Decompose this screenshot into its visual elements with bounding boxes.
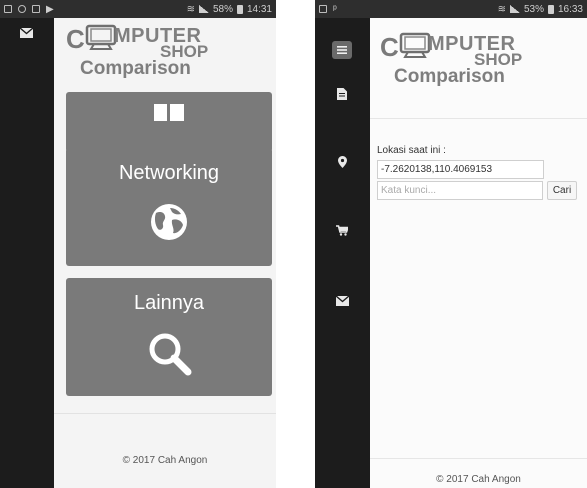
battery-icon — [236, 4, 243, 14]
globe-icon — [151, 204, 187, 240]
gallery-icon — [319, 5, 327, 13]
location-field[interactable]: -7.2620138,110.4069153 — [377, 160, 544, 179]
battery-percent: 53% — [523, 3, 544, 15]
sidebar — [315, 18, 370, 488]
gallery-icon — [4, 5, 12, 13]
map-marker-icon[interactable] — [338, 156, 347, 168]
settings-icon — [18, 5, 26, 13]
play-icon: ▶ — [46, 3, 54, 15]
keyword-search-input[interactable] — [377, 181, 543, 200]
app-logo: C MPUTER SHOP Comparison — [66, 24, 209, 79]
menu-toggle-button[interactable] — [332, 41, 352, 59]
battery-percent: 58% — [212, 3, 233, 15]
footer-copyright: © 2017 Cah Angon — [436, 474, 521, 485]
windows-icon — [154, 104, 184, 121]
category-tile-windows[interactable] — [66, 92, 272, 152]
category-tile-networking[interactable]: Networking — [66, 148, 272, 266]
category-tile-lainnya[interactable]: Lainnya — [66, 278, 272, 396]
right-phone-screen: ᵖ ≋ 53% 16:33 C MPUTER SHOP Comparison L… — [315, 0, 587, 488]
footer-divider — [370, 458, 587, 459]
notification-icon: ᵖ — [333, 3, 337, 15]
cart-icon[interactable] — [336, 225, 348, 236]
clock: 14:31 — [246, 3, 272, 15]
location-label: Lokasi saat ini : — [377, 145, 446, 156]
signal-icon — [509, 5, 520, 13]
wifi-icon: ≋ — [186, 3, 195, 15]
notification-icon — [32, 5, 40, 13]
battery-icon — [547, 4, 554, 14]
monitor-icon — [399, 32, 431, 58]
main-content: C MPUTER SHOP Comparison Lokasi saat ini… — [370, 18, 587, 488]
footer-copyright: © 2017 Cah Angon — [122, 455, 208, 466]
sidebar — [0, 18, 54, 488]
signal-icon — [198, 5, 209, 13]
app-logo: C MPUTER SHOP Comparison — [380, 32, 523, 87]
clock: 16:33 — [557, 3, 583, 15]
envelope-icon[interactable] — [20, 28, 33, 38]
envelope-icon[interactable] — [336, 296, 349, 306]
left-phone-screen: ▶ ≋ 58% 14:31 C MPUTER SHOP Comparison N… — [0, 0, 276, 488]
header-divider — [370, 118, 587, 119]
document-icon[interactable] — [337, 88, 347, 100]
tile-label-networking: Networking — [118, 162, 220, 184]
monitor-icon — [85, 24, 117, 50]
divider — [54, 413, 276, 414]
search-icon — [149, 333, 192, 376]
menu-icon — [337, 46, 347, 54]
wifi-icon: ≋ — [497, 3, 506, 15]
tile-label-lainnya: Lainnya — [133, 292, 205, 314]
status-bar: ▶ ≋ 58% 14:31 — [0, 0, 276, 18]
search-button[interactable]: Cari — [547, 181, 577, 200]
main-content: C MPUTER SHOP Comparison Networking Lain… — [54, 18, 276, 488]
status-bar: ᵖ ≋ 53% 16:33 — [315, 0, 587, 18]
